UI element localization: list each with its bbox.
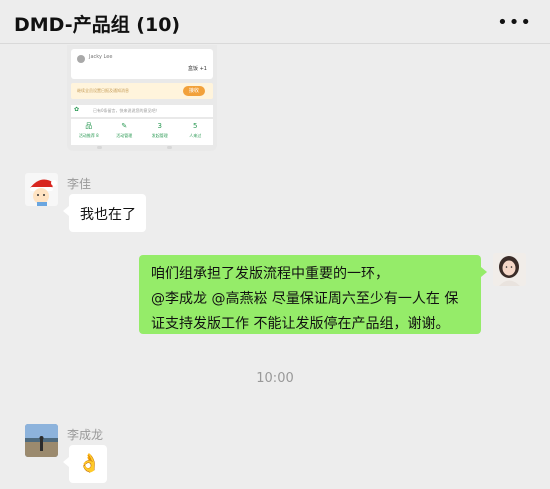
emoji-message-bubble[interactable]: 👌 [63,445,107,483]
more-options-icon[interactable]: ••• [497,12,532,33]
screenshot-stats: 品 活动推荐 8 ✎ 活动管理 3 发起管理 5 人来过 [71,119,213,145]
screenshot-reminder-bar: 继续全员设置日报及通知消息 接收 [71,83,213,99]
stat-icon: ✎ [121,122,128,130]
indicator-dot [167,146,172,149]
sender-name: 李佳 [67,177,92,191]
screenshot-user-card: Jacky Lee 盒饭 +1 [71,49,213,79]
sender-name: 李成龙 [67,428,104,442]
stat-label: 人来过 [189,133,202,138]
stat-label: 活动管理 [116,133,133,138]
screenshot-reminder-button: 接收 [183,86,205,96]
screenshot-user-name: Jacky Lee [89,54,113,60]
portrait-avatar-icon [493,253,526,286]
screenshot-tab-indicator [67,143,217,151]
screenshot-stat: 3 发起管理 [142,119,178,145]
message-line: 证支持发版工作 不能让发版停在产品组，谢谢。 [151,316,450,332]
stat-value: 5 [193,122,198,130]
indicator-dot [97,146,102,149]
chat-header: DMD-产品组 (10) ••• [0,0,550,44]
screenshot-food-item: 盒饭 +1 [188,66,207,72]
sent-message-bubble[interactable]: 咱们组承担了发版流程中重要的一环， @李成龙 @高燕崧 尽量保证周六至少有一人在… [139,255,487,334]
message-text: 我也在了 [80,207,136,223]
screenshot-avatar [77,55,85,63]
message-bubble[interactable]: 我也在了 [63,194,146,232]
screenshot-notice-text: 已有0条留言，快来说说您的意见吧！ [93,108,160,113]
avatar-li-chenglong[interactable] [25,424,58,457]
screenshot-stat: ✎ 活动管理 [107,119,143,145]
screenshot-notice: ✿ 已有0条留言，快来说说您的意见吧！ [71,105,213,117]
ok-hand-icon: 👌 [78,453,101,474]
timestamp: 10:00 [256,371,294,386]
screenshot-stat: 5 人来过 [178,119,214,145]
gear-icon: ✿ [74,106,80,113]
screenshot-stat: 品 活动推荐 8 [71,119,107,145]
landscape-avatar-icon [25,424,58,457]
stat-value: 3 [157,122,162,130]
stat-label: 活动推荐 8 [78,133,99,138]
message-line: @李成龙 @高燕崧 尽量保证周六至少有一人在 保 [151,291,459,307]
message-line: 咱们组承担了发版流程中重要的一环， [151,266,389,282]
stat-icon: 品 [85,122,93,130]
chat-title: DMD-产品组 (10) [14,14,181,36]
avatar-li-jia[interactable] [25,173,58,206]
stat-label: 发起管理 [151,133,168,138]
screenshot-reminder-text: 继续全员设置日报及通知消息 [77,88,129,93]
santa-avatar-icon [25,173,58,206]
my-avatar[interactable] [493,253,526,286]
shared-screenshot-image[interactable]: Jacky Lee 盒饭 +1 继续全员设置日报及通知消息 接收 ✿ 已有0条留… [67,45,217,151]
